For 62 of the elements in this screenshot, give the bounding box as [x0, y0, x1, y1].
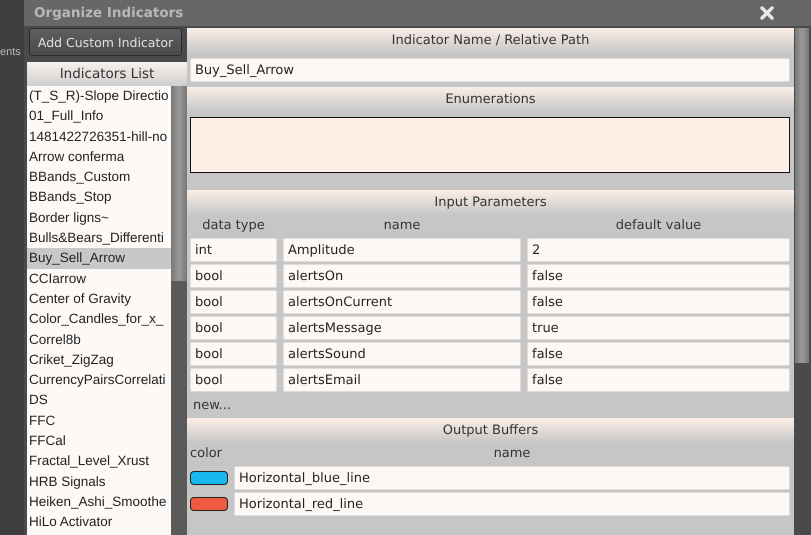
default-value-field[interactable]: false [527, 290, 790, 314]
list-item[interactable]: Correl8b [27, 330, 171, 350]
column-header: color [190, 445, 224, 463]
list-item[interactable]: 1481422726351-hill-no [27, 126, 171, 147]
type-field[interactable]: bool [190, 342, 277, 366]
name-field[interactable]: Buy_Sell_Arrow [190, 58, 790, 82]
section-header: Enumerations [187, 87, 794, 112]
column-header: data type [201, 217, 266, 235]
window-title: Organize Indicators [34, 5, 184, 21]
list-item[interactable]: Color_Candles_for_x_ [27, 309, 171, 330]
list-item[interactable]: Fractal_Level_Xrust [27, 451, 171, 472]
param-name-field[interactable]: alertsSound [283, 342, 521, 366]
list-item[interactable]: Bulls&Bears_Differenti [27, 228, 171, 248]
list-item[interactable]: Heiken_Ashi_Smoothe [27, 492, 171, 512]
list-item[interactable]: Arrow conferma [27, 146, 171, 168]
default-value-field[interactable]: true [527, 316, 790, 340]
new-link[interactable]: new... [193, 398, 232, 412]
list-item[interactable]: BBands_Stop [27, 187, 171, 208]
type-field[interactable]: bool [190, 290, 277, 314]
section-header: Indicator Name / Relative Path [187, 28, 794, 53]
list-item[interactable]: Criket_ZigZag [27, 350, 171, 370]
type-field[interactable]: bool [190, 264, 277, 288]
list-item[interactable]: 01_Full_Info [27, 106, 171, 127]
column-header: default value [614, 217, 702, 235]
list-item[interactable]: DS [27, 390, 171, 411]
list-item[interactable]: HiLo Activator [27, 512, 171, 533]
list-item[interactable]: FFCal [27, 431, 171, 452]
param-name-field[interactable]: alertsMessage [283, 316, 521, 340]
section-header: Input Parameters [187, 190, 794, 215]
list-item[interactable]: HRB Signals [27, 472, 171, 492]
default-value-field[interactable]: 2 [527, 238, 790, 262]
list-item[interactable]: CCIarrow [27, 268, 171, 289]
list-item[interactable]: Center of Gravity [27, 288, 171, 310]
default-value-field[interactable]: false [527, 368, 790, 392]
add-indicator-button[interactable]: Add Custom Indicator [29, 28, 182, 56]
buffer-name-field[interactable]: Horizontal_blue_line [234, 466, 790, 490]
list-header: Indicators List [27, 62, 187, 86]
buffer-name-field[interactable]: Horizontal_red_line [234, 492, 790, 516]
column-header: name [382, 217, 422, 235]
color-swatch[interactable] [190, 471, 228, 485]
param-name-field[interactable]: alertsOn [283, 264, 521, 288]
default-value-field[interactable]: false [527, 342, 790, 366]
scrollbar[interactable] [171, 86, 187, 535]
type-field[interactable]: int [190, 238, 277, 262]
default-value-field[interactable]: false [527, 264, 790, 288]
enumerations-field[interactable] [190, 117, 790, 173]
param-name-field[interactable]: Amplitude [283, 238, 521, 262]
list-item[interactable]: (T_S_R)-Slope Directio [27, 86, 171, 106]
column-header: name [492, 445, 532, 463]
close-icon[interactable] [760, 6, 774, 20]
list-item[interactable]: CurrencyPairsCorrelati [27, 370, 171, 390]
param-name-field[interactable]: alertsOnCurrent [283, 290, 521, 314]
param-name-field[interactable]: alertsEmail [283, 368, 521, 392]
type-field[interactable]: bool [190, 368, 277, 392]
type-field[interactable]: bool [190, 316, 277, 340]
color-swatch[interactable] [190, 497, 228, 511]
list-item[interactable]: Buy_Sell_Arrow [27, 248, 171, 269]
list-item[interactable]: FFC [27, 410, 171, 432]
list-item[interactable]: Border ligns~ [27, 208, 171, 228]
section-header: Output Buffers [187, 418, 794, 443]
list-item[interactable]: BBands_Custom [27, 167, 171, 188]
menu-text: ents [0, 46, 22, 58]
